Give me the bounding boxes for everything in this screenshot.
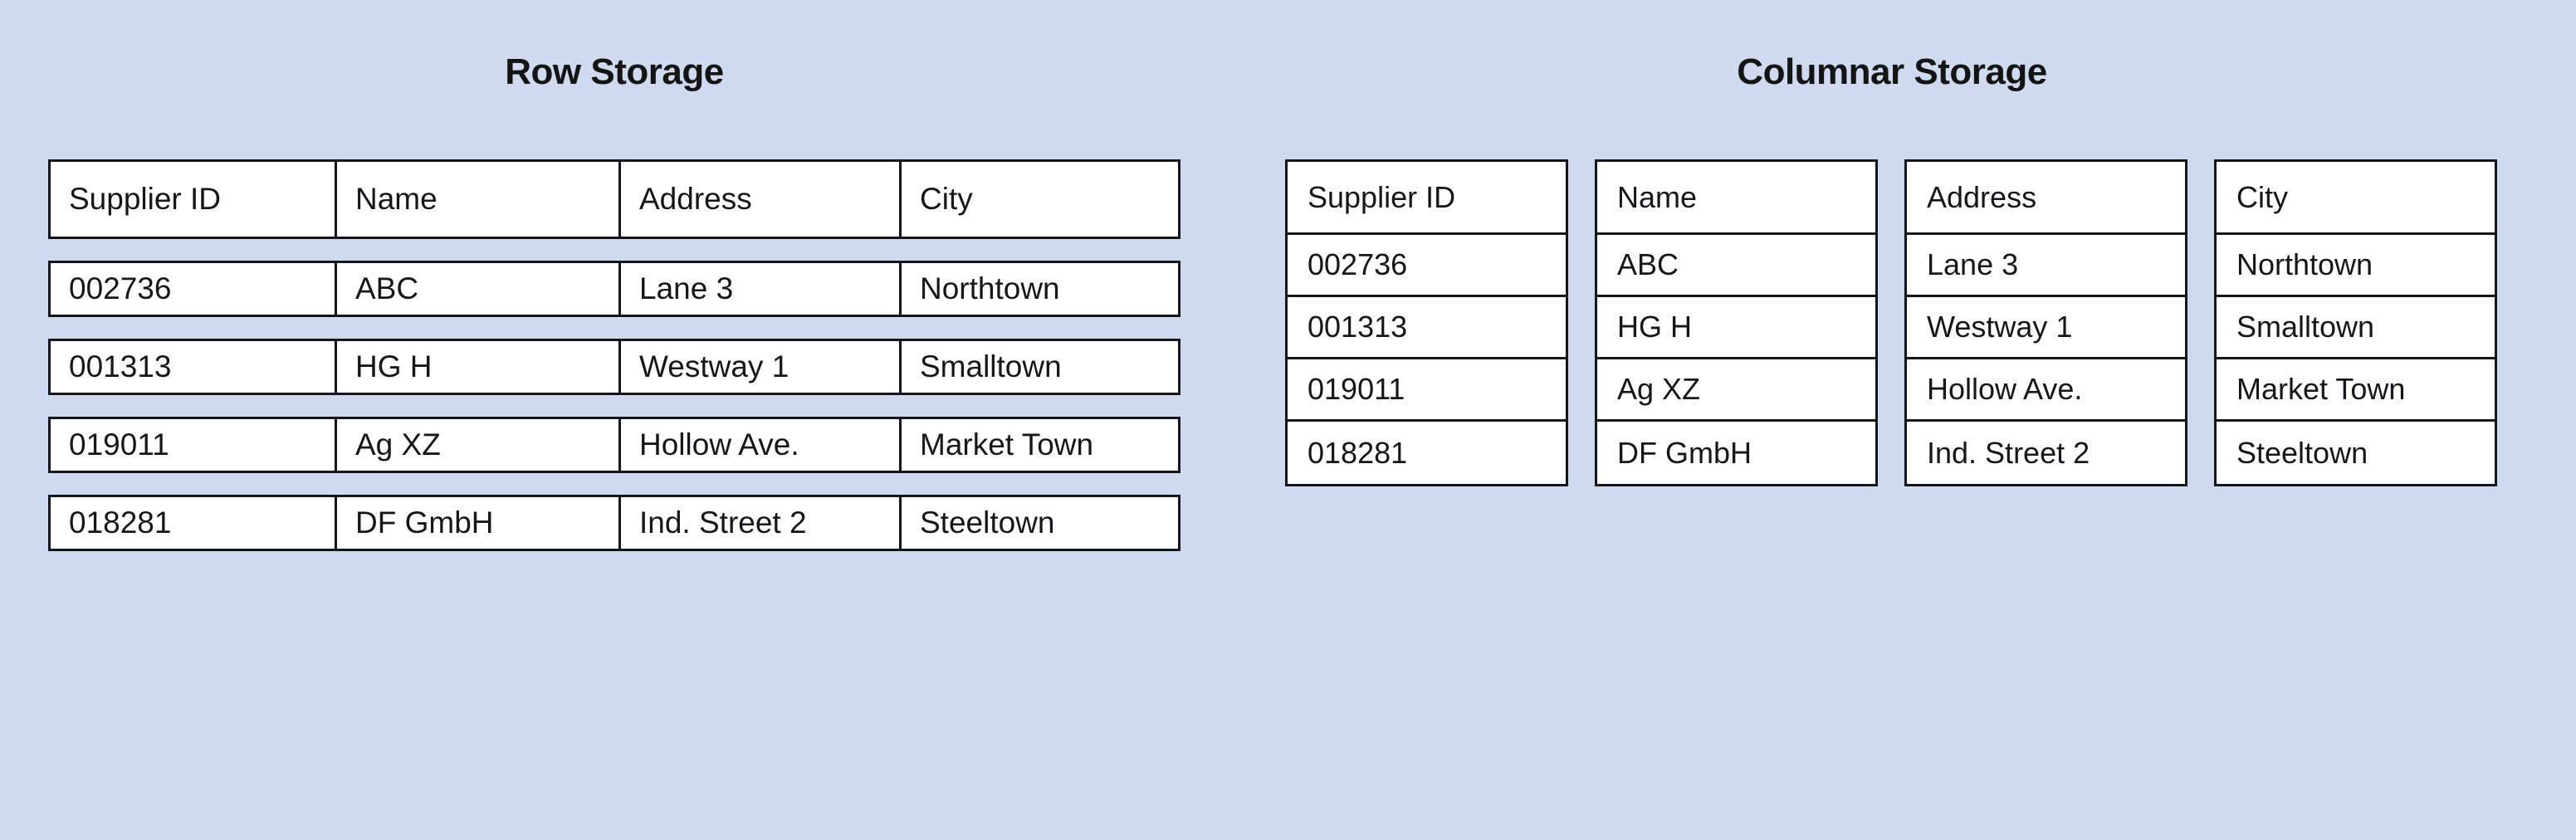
cell-name: Ag XZ bbox=[1597, 359, 1875, 422]
column-header-city: City bbox=[920, 182, 973, 216]
cell-name: DF GmbH bbox=[337, 497, 621, 549]
cell-address: Hollow Ave. bbox=[1907, 359, 2185, 422]
cell-name: HG H bbox=[1597, 297, 1875, 359]
storage-column-city: City Northtown Smalltown Market Town Ste… bbox=[2214, 159, 2497, 486]
column-header-city: City bbox=[2217, 162, 2495, 235]
table-row: 001313 HG H Westway 1 Smalltown bbox=[48, 339, 1180, 395]
cell-supplier-id: 019011 bbox=[51, 419, 337, 471]
cell-address: Ind. Street 2 bbox=[621, 497, 902, 549]
cell-address: Westway 1 bbox=[1907, 297, 2185, 359]
cell-address: Lane 3 bbox=[621, 263, 902, 315]
cell-city: Smalltown bbox=[2217, 297, 2495, 359]
column-header-supplier-id: Supplier ID bbox=[1288, 162, 1566, 235]
cell-name: HG H bbox=[337, 341, 621, 393]
row-storage-title: Row Storage bbox=[505, 51, 724, 92]
cell-supplier-id: 001313 bbox=[1288, 297, 1566, 359]
storage-column-supplier-id: Supplier ID 002736 001313 019011 018281 bbox=[1285, 159, 1568, 486]
cell-address: Westway 1 bbox=[621, 341, 902, 393]
column-header-address: Address bbox=[621, 162, 902, 237]
cell-city: Market Town bbox=[2217, 359, 2495, 422]
cell-name: ABC bbox=[337, 263, 621, 315]
cell-supplier-id: 001313 bbox=[51, 341, 337, 393]
diagram-canvas: Row Storage Columnar Storage Supplier ID… bbox=[0, 0, 2576, 840]
cell-supplier-id: 002736 bbox=[1288, 235, 1566, 297]
cell-city: Smalltown bbox=[920, 349, 1062, 383]
cell-address: Lane 3 bbox=[1907, 235, 2185, 297]
cell-supplier-id: 019011 bbox=[1288, 359, 1566, 422]
columnar-storage-title: Columnar Storage bbox=[1737, 51, 2047, 92]
cell-name: Ag XZ bbox=[337, 419, 621, 471]
table-header-row: Supplier ID Name Address City bbox=[48, 159, 1180, 239]
cell-supplier-id: 018281 bbox=[1308, 435, 1408, 470]
cell-city: Northtown bbox=[920, 271, 1060, 305]
cell-address: Ind. Street 2 bbox=[1927, 435, 2090, 470]
column-header-name: Name bbox=[1597, 162, 1875, 235]
storage-column-address: Address Lane 3 Westway 1 Hollow Ave. Ind… bbox=[1904, 159, 2187, 486]
cell-name: ABC bbox=[1597, 235, 1875, 297]
cell-address: Hollow Ave. bbox=[621, 419, 902, 471]
column-header-supplier-id: Supplier ID bbox=[51, 162, 337, 237]
table-row: 002736 ABC Lane 3 Northtown bbox=[48, 261, 1180, 317]
cell-name: DF GmbH bbox=[1617, 435, 1752, 470]
cell-supplier-id: 002736 bbox=[51, 263, 337, 315]
table-row: 019011 Ag XZ Hollow Ave. Market Town bbox=[48, 417, 1180, 473]
cell-supplier-id: 018281 bbox=[51, 497, 337, 549]
cell-city: Steeltown bbox=[920, 505, 1055, 540]
cell-city: Steeltown bbox=[2236, 435, 2368, 470]
storage-column-name: Name ABC HG H Ag XZ DF GmbH bbox=[1595, 159, 1878, 486]
cell-city: Market Town bbox=[920, 427, 1094, 462]
column-header-address: Address bbox=[1907, 162, 2185, 235]
row-storage-table: Supplier ID Name Address City 002736 ABC… bbox=[48, 159, 1180, 573]
column-header-name: Name bbox=[337, 162, 621, 237]
cell-city: Northtown bbox=[2217, 235, 2495, 297]
columnar-storage-table: Supplier ID 002736 001313 019011 018281 … bbox=[1285, 159, 2499, 486]
table-row: 018281 DF GmbH Ind. Street 2 Steeltown bbox=[48, 495, 1180, 551]
